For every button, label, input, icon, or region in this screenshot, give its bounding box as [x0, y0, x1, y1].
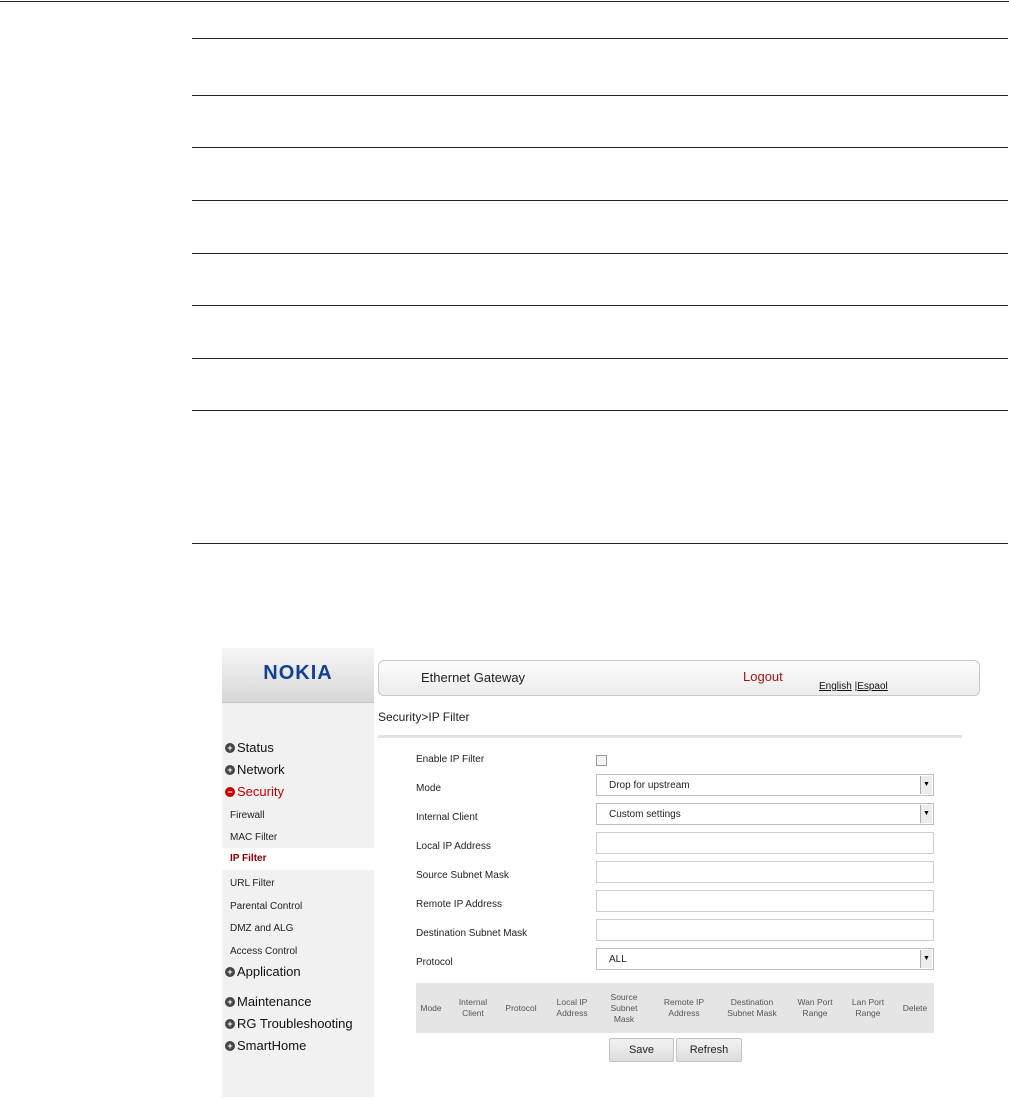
language-english-link[interactable]: English [819, 681, 852, 692]
chevron-down-icon: ▼ [920, 805, 932, 823]
nokia-logo: NOKIA [263, 662, 333, 684]
column-header: Mode [420, 1002, 442, 1013]
column-header: Local IP Address [556, 997, 588, 1018]
table-row-divider [192, 147, 1008, 148]
sidebar-item-rg-troubleshooting[interactable]: + RG Troubleshooting [225, 1016, 353, 1031]
main-content: Ethernet Gateway Logout English |Espaol … [374, 648, 986, 1097]
sidebar-subitem-access-control[interactable]: Access Control [230, 946, 297, 957]
sidebar-subitem-firewall[interactable]: Firewall [230, 810, 264, 821]
mode-select[interactable]: Drop for upstream ▼ [596, 774, 934, 796]
sidebar-item-status[interactable]: + Status [225, 740, 274, 755]
table-row-divider [192, 358, 1008, 359]
sidebar-subitem-mac-filter[interactable]: MAC Filter [230, 832, 277, 843]
sidebar-item-maintenance[interactable]: + Maintenance [225, 994, 311, 1009]
plus-icon: + [225, 966, 235, 977]
local-ip-label: Local IP Address [416, 841, 491, 852]
sidebar-item-label: Status [237, 740, 274, 755]
protocol-label: Protocol [416, 957, 453, 968]
table-row-divider [192, 95, 1008, 96]
sidebar-subitem-label: IP Filter [230, 853, 267, 864]
breadcrumb-divider [378, 735, 962, 738]
table-row-divider [192, 38, 1008, 39]
column-header: Protocol [505, 1002, 537, 1013]
ip-filter-rules-table: Mode Internal Client Protocol Local IP A… [416, 983, 934, 1033]
header-bar: Ethernet Gateway Logout English |Espaol [378, 660, 980, 696]
sidebar-item-label: Network [237, 762, 285, 777]
table-row-divider [192, 410, 1008, 411]
breadcrumb: Security>IP Filter [378, 710, 470, 724]
remote-ip-input[interactable] [596, 890, 934, 912]
chevron-down-icon: ▼ [920, 950, 932, 968]
sidebar-item-label: Security [237, 784, 284, 799]
page-top-rule [0, 1, 1009, 2]
sidebar-item-label: Maintenance [237, 994, 312, 1009]
column-header: Internal Client [458, 997, 488, 1018]
logout-link[interactable]: Logout [743, 669, 783, 684]
column-header: Wan Port Range [797, 997, 833, 1018]
plus-icon: + [225, 996, 235, 1007]
local-ip-input[interactable] [596, 832, 934, 854]
plus-icon: + [225, 764, 235, 775]
sidebar-item-application[interactable]: + Application [225, 964, 301, 979]
refresh-button[interactable]: Refresh [676, 1038, 742, 1062]
internal-client-select-value: Custom settings [609, 809, 681, 820]
remote-ip-label: Remote IP Address [416, 899, 502, 910]
plus-icon: + [225, 1018, 235, 1029]
column-header: Destination Subnet Mask [727, 997, 777, 1018]
sidebar-item-security[interactable]: − Security [225, 784, 284, 799]
sidebar-subitem-ip-filter[interactable]: IP Filter [222, 848, 374, 870]
destination-subnet-mask-label: Destination Subnet Mask [416, 928, 528, 939]
enable-ip-filter-checkbox[interactable] [596, 755, 607, 766]
table-row-divider [192, 543, 1008, 544]
sidebar-item-label: RG Troubleshooting [237, 1016, 353, 1031]
column-header: Remote IP Address [663, 997, 705, 1018]
language-espanol-link[interactable]: Espaol [857, 681, 888, 692]
save-button[interactable]: Save [609, 1038, 674, 1062]
enable-ip-filter-label: Enable IP Filter [416, 754, 485, 765]
internal-client-label: Internal Client [416, 812, 478, 823]
plus-icon: + [225, 742, 235, 753]
source-subnet-mask-label: Source Subnet Mask [416, 870, 509, 881]
table-row-divider [192, 305, 1008, 306]
plus-icon: + [225, 1040, 235, 1051]
protocol-select-value: ALL [609, 954, 627, 965]
sidebar-item-label: Application [237, 964, 301, 979]
minus-icon: − [225, 786, 235, 797]
destination-subnet-mask-input[interactable] [596, 919, 934, 941]
table-row-divider [192, 253, 1008, 254]
column-header: Source Subnet Mask [610, 991, 638, 1024]
sidebar-item-smarthome[interactable]: + SmartHome [225, 1038, 306, 1053]
protocol-select[interactable]: ALL ▼ [596, 948, 934, 970]
table-row-divider [192, 200, 1008, 201]
mode-select-value: Drop for upstream [609, 780, 690, 791]
sidebar-item-network[interactable]: + Network [225, 762, 285, 777]
chevron-down-icon: ▼ [920, 776, 932, 794]
internal-client-select[interactable]: Custom settings ▼ [596, 803, 934, 825]
sidebar-subitem-url-filter[interactable]: URL Filter [230, 878, 275, 889]
logo-panel: NOKIA [222, 648, 374, 703]
language-switcher: English |Espaol [819, 681, 888, 692]
column-header: Delete [902, 1002, 928, 1013]
sidebar-subitem-dmz-alg[interactable]: DMZ and ALG [230, 923, 293, 934]
column-header: Lan Port Range [851, 997, 885, 1018]
source-subnet-mask-input[interactable] [596, 861, 934, 883]
router-screenshot: NOKIA + Status + Network − Security Fire… [222, 648, 986, 1097]
gateway-title: Ethernet Gateway [421, 670, 526, 685]
sidebar: NOKIA + Status + Network − Security Fire… [222, 648, 374, 1097]
sidebar-subitem-parental-control[interactable]: Parental Control [230, 901, 302, 912]
mode-label: Mode [416, 783, 442, 794]
sidebar-item-label: SmartHome [237, 1038, 307, 1053]
